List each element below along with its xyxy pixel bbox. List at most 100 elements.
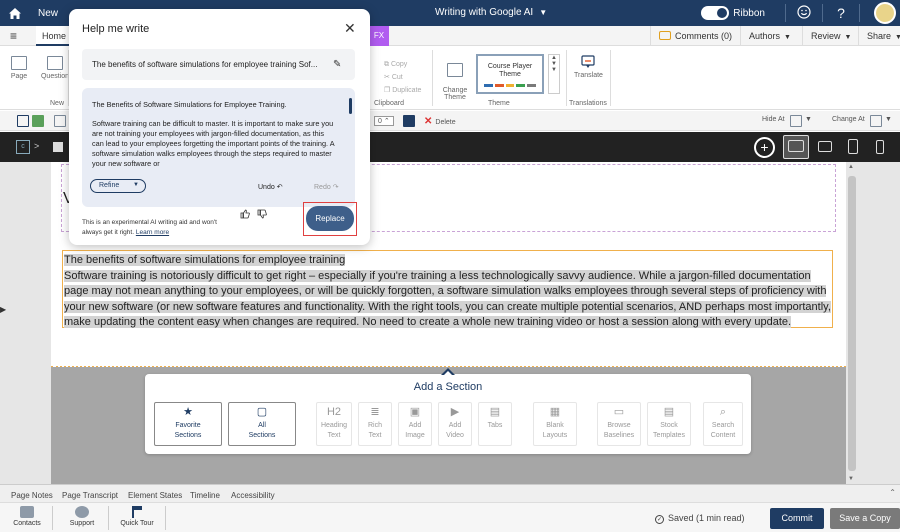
document-title[interactable]: Writing with Google AI ▼ [435,7,547,18]
change-at-dropdown[interactable] [870,115,882,127]
copy-button[interactable]: ⧉ Copy [384,58,421,71]
section-type-icon: ▢ [256,406,268,418]
generated-result: The Benefits of Software Simulations for… [82,88,355,207]
help-icon[interactable]: ? [831,5,851,21]
chevron-down-icon: ▼ [539,8,548,17]
scroll-thumb[interactable] [848,176,856,471]
left-panel-toggle-icon[interactable]: ▶ [0,305,6,314]
avatar[interactable] [874,2,896,24]
smiley-icon[interactable] [794,4,814,22]
page-button[interactable]: Page [10,56,28,80]
theme-color-swatch [484,84,493,87]
result-text[interactable]: The Benefits of Software Simulations for… [92,100,337,174]
undo-button[interactable]: Undo ↶ [258,183,283,191]
add-section-button-6[interactable]: ▤ Tabs [478,402,512,446]
add-section-button-8[interactable]: ▭ Browse Baselines [597,402,641,446]
comments-button[interactable]: Comments (0) [650,26,740,46]
prompt-field[interactable]: The benefits of software simulations for… [82,49,355,80]
tab-fx[interactable]: FX [369,26,389,46]
add-section-button-1[interactable]: ▢ All Sections [228,402,296,446]
question-button[interactable]: Question [40,56,70,80]
section-type-icon: ⌕ [719,406,727,418]
add-section-button-10[interactable]: ⌕ Search Content [703,402,743,446]
tablet-portrait-icon[interactable] [848,139,858,154]
tablet-landscape-icon[interactable] [818,141,832,152]
commit-button[interactable]: Commit [770,508,824,529]
help-me-write-dialog: Help me write ✕ The benefits of software… [69,9,370,245]
divider [432,50,433,106]
contacts-button[interactable]: Contacts [10,506,44,527]
close-icon[interactable]: ✕ [344,21,356,35]
thumbs-up-icon[interactable] [240,209,250,221]
refine-dropdown[interactable]: Refine ▼ [90,179,146,193]
canvas-scrollbar[interactable]: ▲ ▼ [846,162,858,484]
home-icon[interactable] [0,7,30,20]
chevron-up-icon[interactable]: ⌃ [889,488,896,497]
share-menu[interactable]: Share ▼ [858,26,900,46]
new-button[interactable]: New [38,8,58,19]
add-section-button-3[interactable]: ≣ Rich Text [358,402,392,446]
tab-timeline[interactable]: Timeline [190,491,220,500]
edit-icon[interactable] [17,115,29,127]
section-type-icon: ★ [183,406,193,418]
check-icon: ✓ [655,515,664,524]
phone-icon[interactable] [876,140,884,154]
copy-label: Copy [390,61,408,68]
image-icon[interactable] [32,115,44,127]
tab-accessibility[interactable]: Accessibility [231,491,275,500]
redo-icon: ↷ [332,184,339,191]
result-scroll-thumb[interactable] [349,98,352,114]
result-title: The Benefits of Software Simulations for… [92,100,287,109]
review-menu[interactable]: Review ▼ [802,26,858,46]
authors-label: Authors [749,31,781,41]
scroll-up-icon[interactable]: ▲ [848,164,854,170]
section-type-label: All Sections [248,422,276,439]
theme-preview[interactable]: Course Player Theme [476,54,544,94]
quick-tour-button[interactable]: Quick Tour [117,506,157,527]
add-section-button-9[interactable]: ▤ Stock Templates [647,402,691,446]
contacts-icon [20,506,34,518]
tab-home[interactable]: Home [36,26,70,46]
theme-color-swatch [505,84,515,87]
add-section-button-2[interactable]: H2 Heading Text [316,402,352,446]
replace-button[interactable]: Replace [306,206,354,231]
add-section-button-4[interactable]: ▣ Add Image [398,402,432,446]
text-block[interactable]: The benefits of software simulations for… [62,250,833,328]
divider [785,4,786,22]
add-section-button-5[interactable]: ▶ Add Video [438,402,472,446]
section-type-icon: ▤ [663,406,675,418]
spinner-input[interactable]: 0 ⌃ [374,116,394,126]
tab-page-notes[interactable]: Page Notes [11,491,53,500]
learn-more-link[interactable]: Learn more [136,229,169,236]
duplicate-button[interactable]: ❐ Duplicate [384,84,421,97]
pencil-icon[interactable]: ✎ [333,59,341,70]
cut-button[interactable]: ✂ Cut [384,71,421,84]
delete-button[interactable]: ✕ Delete [424,116,456,127]
authors-menu[interactable]: Authors ▼ [740,26,802,46]
theme-color-bars [484,84,536,87]
hide-at-dropdown[interactable] [790,115,802,127]
theme-scroll[interactable]: ▲ ▼ ▼ [548,54,560,94]
thumbs-down-icon[interactable] [257,209,267,221]
add-section-button-7[interactable]: ▦ Blank Layouts [533,402,577,446]
ribbon-toggle[interactable] [701,6,730,20]
redo-button[interactable]: Redo ↷ [314,183,339,191]
translate-button[interactable]: Translate [574,54,603,79]
page-crumb-icon[interactable] [53,142,63,152]
support-button[interactable]: Support [66,506,98,527]
scroll-down-icon[interactable]: ▼ [848,476,854,482]
divider [52,506,53,530]
word-icon[interactable] [403,115,415,127]
add-icon[interactable]: + [754,137,775,158]
course-crumb-icon[interactable]: c [16,140,30,154]
save-copy-button[interactable]: Save a Copy [830,508,900,529]
layout-icon[interactable] [54,115,66,127]
tab-page-transcript[interactable]: Page Transcript [62,491,118,500]
tab-element-states[interactable]: Element States [128,491,182,500]
hamburger-menu-icon[interactable]: ≡ [10,29,17,43]
desktop-view-icon[interactable] [788,140,804,152]
spinner-value: 0 [378,118,382,125]
section-type-label: Favorite Sections [174,422,202,439]
add-section-button-0[interactable]: ★ Favorite Sections [154,402,222,446]
change-theme-button[interactable]: Change Theme [442,56,468,101]
